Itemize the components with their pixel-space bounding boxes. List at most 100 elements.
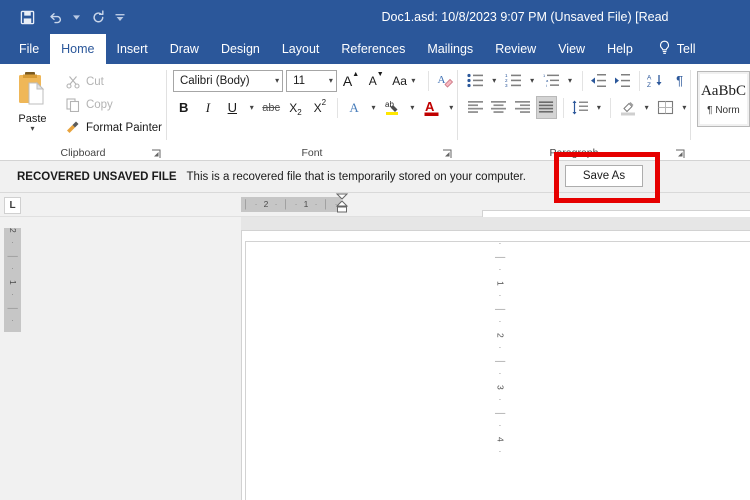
tab-help[interactable]: Help — [596, 34, 644, 64]
font-name-chevron-down-icon[interactable]: ▾ — [271, 76, 279, 85]
clipboard-commands: Cut Copy Format Painter — [61, 69, 166, 138]
borders-chevron-down-icon[interactable]: ▾ — [679, 96, 690, 119]
vruler-tick: · — [495, 294, 506, 297]
ruler-tick: │ — [243, 199, 249, 209]
title-bar: Doc1.asd: 10/8/2023 9:07 PM (Unsaved Fil… — [0, 0, 750, 34]
paste-button[interactable]: Paste ▾ — [8, 69, 57, 133]
align-right-button[interactable] — [512, 96, 533, 119]
tab-home[interactable]: Home — [50, 34, 106, 64]
underline-chevron-down-icon[interactable]: ▾ — [246, 96, 258, 119]
sort-button[interactable]: A Z — [646, 69, 667, 92]
text-highlight-color-button[interactable]: ab — [382, 96, 403, 119]
numbering-chevron-down-icon[interactable]: ▾ — [527, 69, 538, 92]
line-spacing-chevron-down-icon[interactable]: ▾ — [593, 96, 604, 119]
superscript-button[interactable]: X2 — [309, 96, 330, 119]
tab-design[interactable]: Design — [210, 34, 271, 64]
align-left-button[interactable] — [465, 96, 486, 119]
tab-draw[interactable]: Draw — [159, 34, 210, 64]
underline-button[interactable]: U — [222, 96, 243, 119]
tab-mailings[interactable]: Mailings — [416, 34, 484, 64]
highlight-chevron-down-icon[interactable]: ▾ — [407, 96, 419, 119]
font-divider — [427, 70, 429, 91]
tab-review[interactable]: Review — [484, 34, 547, 64]
decrease-indent-button[interactable] — [588, 69, 609, 92]
tab-insert[interactable]: Insert — [106, 34, 159, 64]
multilevel-list-chevron-down-icon[interactable]: ▾ — [564, 69, 575, 92]
left-margin-pane — [0, 217, 241, 500]
font-divider-2 — [336, 97, 338, 118]
increase-indent-button[interactable] — [612, 69, 633, 92]
copy-button[interactable]: Copy — [61, 94, 166, 115]
vruler-tick: · — [495, 450, 506, 453]
font-group-label: Font — [167, 145, 457, 161]
font-size-combobox[interactable]: 11 ▾ — [286, 69, 337, 92]
vruler-tick: │ — [495, 255, 506, 261]
tell-me-search[interactable]: Tell — [644, 34, 704, 64]
ruler-left-margin-area: │ · 2 · │ · 1 · │ · — [241, 197, 341, 212]
tell-me-label: Tell — [676, 42, 696, 56]
shading-button[interactable] — [617, 96, 638, 119]
format-painter-button[interactable]: Format Painter — [61, 117, 166, 138]
tab-references[interactable]: References — [330, 34, 416, 64]
font-color-chevron-down-icon[interactable]: ▾ — [445, 96, 457, 119]
show-formatting-marks-button[interactable]: ¶ — [669, 69, 690, 92]
paste-chevron-down-icon[interactable]: ▾ — [30, 125, 34, 133]
cut-button[interactable]: Cut — [61, 71, 166, 92]
strikethrough-button[interactable]: abc — [261, 96, 282, 119]
clear-formatting-button[interactable]: A — [435, 69, 457, 92]
text-effects-chevron-down-icon[interactable]: ▾ — [368, 96, 380, 119]
indent-markers[interactable] — [334, 193, 350, 217]
pilcrow-icon: ¶ — [676, 73, 684, 88]
text-effects-label: A — [349, 99, 359, 115]
text-effects-button[interactable]: A — [343, 96, 364, 119]
bullets-button[interactable] — [465, 69, 486, 92]
vruler-tick: │ — [8, 254, 18, 260]
paragraph-divider-2 — [638, 70, 640, 91]
tab-file[interactable]: File — [8, 34, 50, 64]
vruler-tick: · — [495, 424, 506, 427]
borders-button[interactable] — [655, 96, 676, 119]
save-as-button[interactable]: Save As — [565, 165, 643, 187]
ruler-tick: │ — [283, 199, 289, 209]
shading-chevron-down-icon[interactable]: ▾ — [641, 96, 652, 119]
style-normal[interactable]: AaBbC ¶ Norm — [696, 71, 750, 127]
font-color-button[interactable]: A — [421, 96, 442, 119]
paragraph-divider-3 — [562, 97, 564, 118]
shrink-font-down-arrow-icon: ▼ — [376, 71, 384, 78]
vruler-tick: · — [495, 242, 506, 245]
change-case-button[interactable]: Aa ▾ — [390, 69, 421, 92]
bold-label: B — [178, 100, 189, 115]
superscript-label: X — [313, 100, 322, 115]
clipboard-dialog-launcher-icon[interactable] — [151, 149, 162, 160]
font-name-combobox[interactable]: Calibri (Body) ▾ — [172, 69, 284, 92]
tab-layout[interactable]: Layout — [271, 34, 331, 64]
font-dialog-launcher-icon[interactable] — [442, 149, 453, 160]
paragraph-group-label-text: Paragraph — [549, 147, 599, 159]
font-row-top: Calibri (Body) ▾ 11 ▾ A ▲ A ▼ Aa ▾ A — [172, 69, 457, 92]
align-center-button[interactable] — [489, 96, 510, 119]
change-case-chevron-down-icon[interactable]: ▾ — [407, 69, 420, 92]
tab-stop-selector[interactable]: L — [4, 197, 21, 214]
multilevel-list-button[interactable]: 1 a i — [541, 69, 562, 92]
grow-font-button[interactable]: A ▲ — [340, 69, 362, 92]
svg-text:Z: Z — [647, 82, 651, 88]
vertical-ruler[interactable]: 2 · │ · 1 · │ · · │ · 1 · │ · 2 · │ · 3 · │ · 4 · — [4, 228, 750, 500]
font-size-value: 11 — [293, 74, 306, 87]
bold-button[interactable]: B — [173, 96, 194, 119]
tab-view[interactable]: View — [547, 34, 596, 64]
vruler-tick: 3 — [495, 385, 506, 390]
font-size-chevron-down-icon[interactable]: ▾ — [325, 76, 333, 85]
svg-text:A: A — [438, 74, 446, 86]
line-spacing-button[interactable] — [570, 96, 591, 119]
paragraph-dialog-launcher-icon[interactable] — [675, 149, 686, 160]
justify-button[interactable] — [535, 96, 557, 119]
change-case-label: Aa — [392, 73, 407, 88]
shrink-font-button[interactable]: A ▼ — [365, 69, 387, 92]
vruler-tick: 1 — [8, 280, 18, 285]
bullets-chevron-down-icon[interactable]: ▾ — [489, 69, 500, 92]
ruler-tick: · — [274, 199, 278, 209]
italic-button[interactable]: I — [197, 96, 218, 119]
svg-text:A: A — [425, 99, 435, 114]
subscript-button[interactable]: X2 — [285, 96, 306, 119]
numbering-button[interactable]: 1 2 3 — [503, 69, 524, 92]
